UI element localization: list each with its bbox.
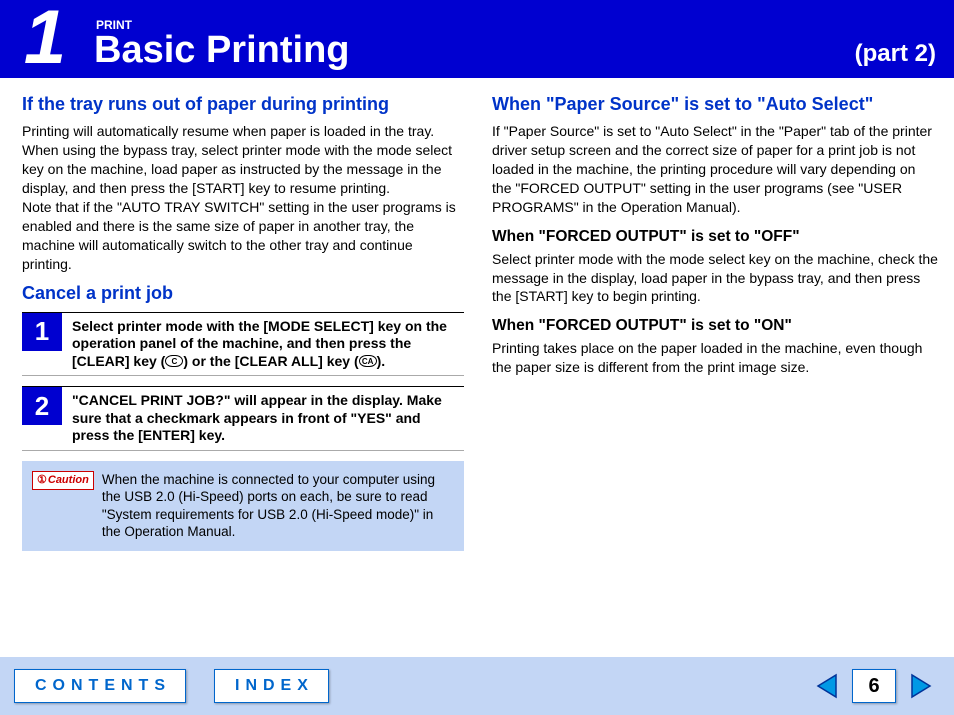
arrow-right-icon — [908, 673, 934, 699]
clear-key-icon: C — [165, 355, 183, 367]
heading-forced-on: When "FORCED OUTPUT" is set to "ON" — [492, 316, 938, 337]
content-area: If the tray runs out of paper during pri… — [0, 78, 954, 551]
right-column: When "Paper Source" is set to "Auto Sele… — [480, 88, 938, 551]
heading-tray-runout: If the tray runs out of paper during pri… — [22, 92, 464, 116]
prev-page-button[interactable] — [808, 669, 846, 703]
step-2-text: "CANCEL PRINT JOB?" will appear in the d… — [62, 387, 464, 450]
caution-text: When the machine is connected to your co… — [102, 471, 454, 541]
page-header: 1 PRINT Basic Printing (part 2) — [0, 0, 954, 78]
index-button[interactable]: INDEX — [214, 669, 329, 703]
heading-cancel-job: Cancel a print job — [22, 281, 464, 305]
clear-all-key-icon: CA — [359, 355, 377, 367]
step-number-1: 1 — [22, 313, 62, 351]
step-1-text-b: ) or the [CLEAR ALL] key ( — [183, 353, 358, 369]
step-1-text: Select printer mode with the [MODE SELEC… — [62, 313, 464, 376]
paragraph-forced-on: Printing takes place on the paper loaded… — [492, 339, 938, 377]
step-1-text-c: ). — [377, 353, 386, 369]
chapter-number: 1 — [0, 0, 90, 76]
part-label: (part 2) — [855, 40, 936, 68]
paragraph-tray-runout: Printing will automatically resume when … — [22, 122, 464, 273]
page-title: Basic Printing — [94, 29, 855, 72]
page-number: 6 — [852, 669, 896, 703]
paragraph-forced-off: Select printer mode with the mode select… — [492, 250, 938, 307]
footer-nav: CONTENTS INDEX 6 — [0, 657, 954, 715]
left-column: If the tray runs out of paper during pri… — [22, 88, 480, 551]
heading-auto-select: When "Paper Source" is set to "Auto Sele… — [492, 92, 938, 116]
step-number-2: 2 — [22, 387, 62, 425]
caution-label: Caution — [32, 471, 94, 490]
caution-box: Caution When the machine is connected to… — [22, 461, 464, 551]
title-stack: PRINT Basic Printing — [90, 18, 855, 72]
heading-forced-off: When "FORCED OUTPUT" is set to "OFF" — [492, 227, 938, 248]
step-2: 2 "CANCEL PRINT JOB?" will appear in the… — [22, 386, 464, 451]
contents-button[interactable]: CONTENTS — [14, 669, 186, 703]
next-page-button[interactable] — [902, 669, 940, 703]
paragraph-auto-select: If "Paper Source" is set to "Auto Select… — [492, 122, 938, 216]
arrow-left-icon — [814, 673, 840, 699]
step-1: 1 Select printer mode with the [MODE SEL… — [22, 312, 464, 377]
